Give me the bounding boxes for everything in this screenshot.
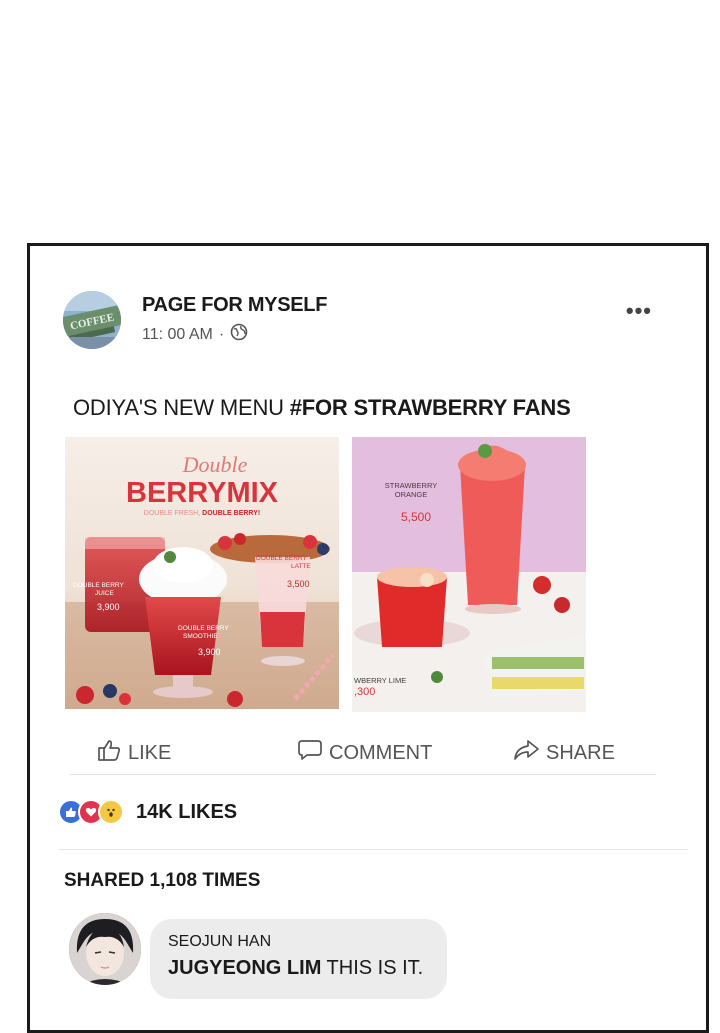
svg-text:3,900: 3,900 [198, 647, 221, 657]
shares-count[interactable]: SHARED 1,108 TIMES [64, 870, 260, 892]
svg-text:3,900: 3,900 [97, 602, 120, 612]
svg-text:LATTE: LATTE [291, 563, 311, 570]
share-button[interactable]: SHARE [512, 737, 615, 769]
svg-text:DOUBLE BERRY: DOUBLE BERRY [256, 555, 307, 562]
svg-text:Double: Double [182, 452, 248, 477]
svg-text:DOUBLE BERRY: DOUBLE BERRY [73, 582, 124, 589]
coffee-sign-image: COFFEE [63, 291, 121, 349]
post-time[interactable]: 11: 00 AM [142, 326, 213, 344]
post-caption: ODIYA'S NEW MENU #FOR STRAWBERRY FANS [73, 395, 571, 421]
divider [58, 849, 688, 850]
comment-body: THIS IS IT. [321, 957, 424, 979]
commenter-portrait-image [69, 913, 141, 985]
speech-bubble-icon [297, 737, 323, 769]
like-label: LIKE [128, 741, 172, 764]
like-button[interactable]: LIKE [96, 737, 171, 769]
post-card: COFFEE PAGE FOR MYSELF 11: 00 AM · ••• O… [27, 243, 709, 1033]
comment-label: COMMENT [329, 741, 433, 764]
page-name[interactable]: PAGE FOR MYSELF [142, 294, 327, 317]
svg-text:SMOOTHIE: SMOOTHIE [183, 633, 218, 640]
comment-author[interactable]: SEOJUN HAN [168, 933, 271, 951]
thumbs-up-icon [96, 737, 122, 769]
wow-reaction-icon [98, 799, 124, 825]
page-avatar[interactable]: COFFEE [63, 291, 121, 349]
svg-text:DOUBLE FRESH, DOUBLE BERRY!: DOUBLE FRESH, DOUBLE BERRY! [144, 510, 260, 517]
more-options-icon[interactable]: ••• [626, 298, 652, 324]
caption-hashtag[interactable]: #FOR STRAWBERRY FANS [290, 395, 571, 420]
svg-text:ORANGE: ORANGE [395, 490, 428, 499]
comment-mention[interactable]: JUGYEONG LIM [168, 957, 321, 979]
svg-text:STRAWBERRY: STRAWBERRY [385, 481, 438, 490]
strawberry-menu-photo[interactable]: STRAWBERRY ORANGE 5,500 WBERRY LIME ,300 [352, 437, 586, 712]
svg-text:3,500: 3,500 [287, 579, 310, 589]
likes-count: 14K LIKES [136, 800, 238, 823]
share-label: SHARE [546, 741, 615, 764]
meta-separator: · [218, 325, 225, 343]
commenter-avatar[interactable] [69, 913, 141, 985]
svg-text:WBERRY LIME: WBERRY LIME [354, 676, 406, 685]
comment-text: JUGYEONG LIM THIS IS IT. [168, 957, 423, 980]
reactions-summary[interactable]: 14K LIKES [58, 799, 237, 825]
svg-text:DOUBLE BERRY: DOUBLE BERRY [178, 625, 229, 632]
svg-text:JUICE: JUICE [95, 590, 114, 597]
post-meta: 11: 00 AM · [142, 323, 248, 346]
reaction-icons [58, 799, 124, 825]
globe-icon [230, 323, 248, 346]
svg-text:BERRYMIX: BERRYMIX [126, 477, 279, 509]
svg-text:,300: ,300 [354, 686, 375, 698]
svg-text:5,500: 5,500 [401, 510, 431, 524]
post-actions-bar: LIKE COMMENT SHARE [70, 732, 656, 775]
comment-bubble: SEOJUN HAN JUGYEONG LIM THIS IS IT. [150, 919, 447, 999]
comment-button[interactable]: COMMENT [297, 737, 432, 769]
share-arrow-icon [512, 737, 540, 769]
berrymix-menu-photo[interactable]: Double BERRYMIX DOUBLE FRESH, DOUBLE BER… [65, 437, 339, 709]
caption-text: ODIYA'S NEW MENU [73, 395, 290, 420]
